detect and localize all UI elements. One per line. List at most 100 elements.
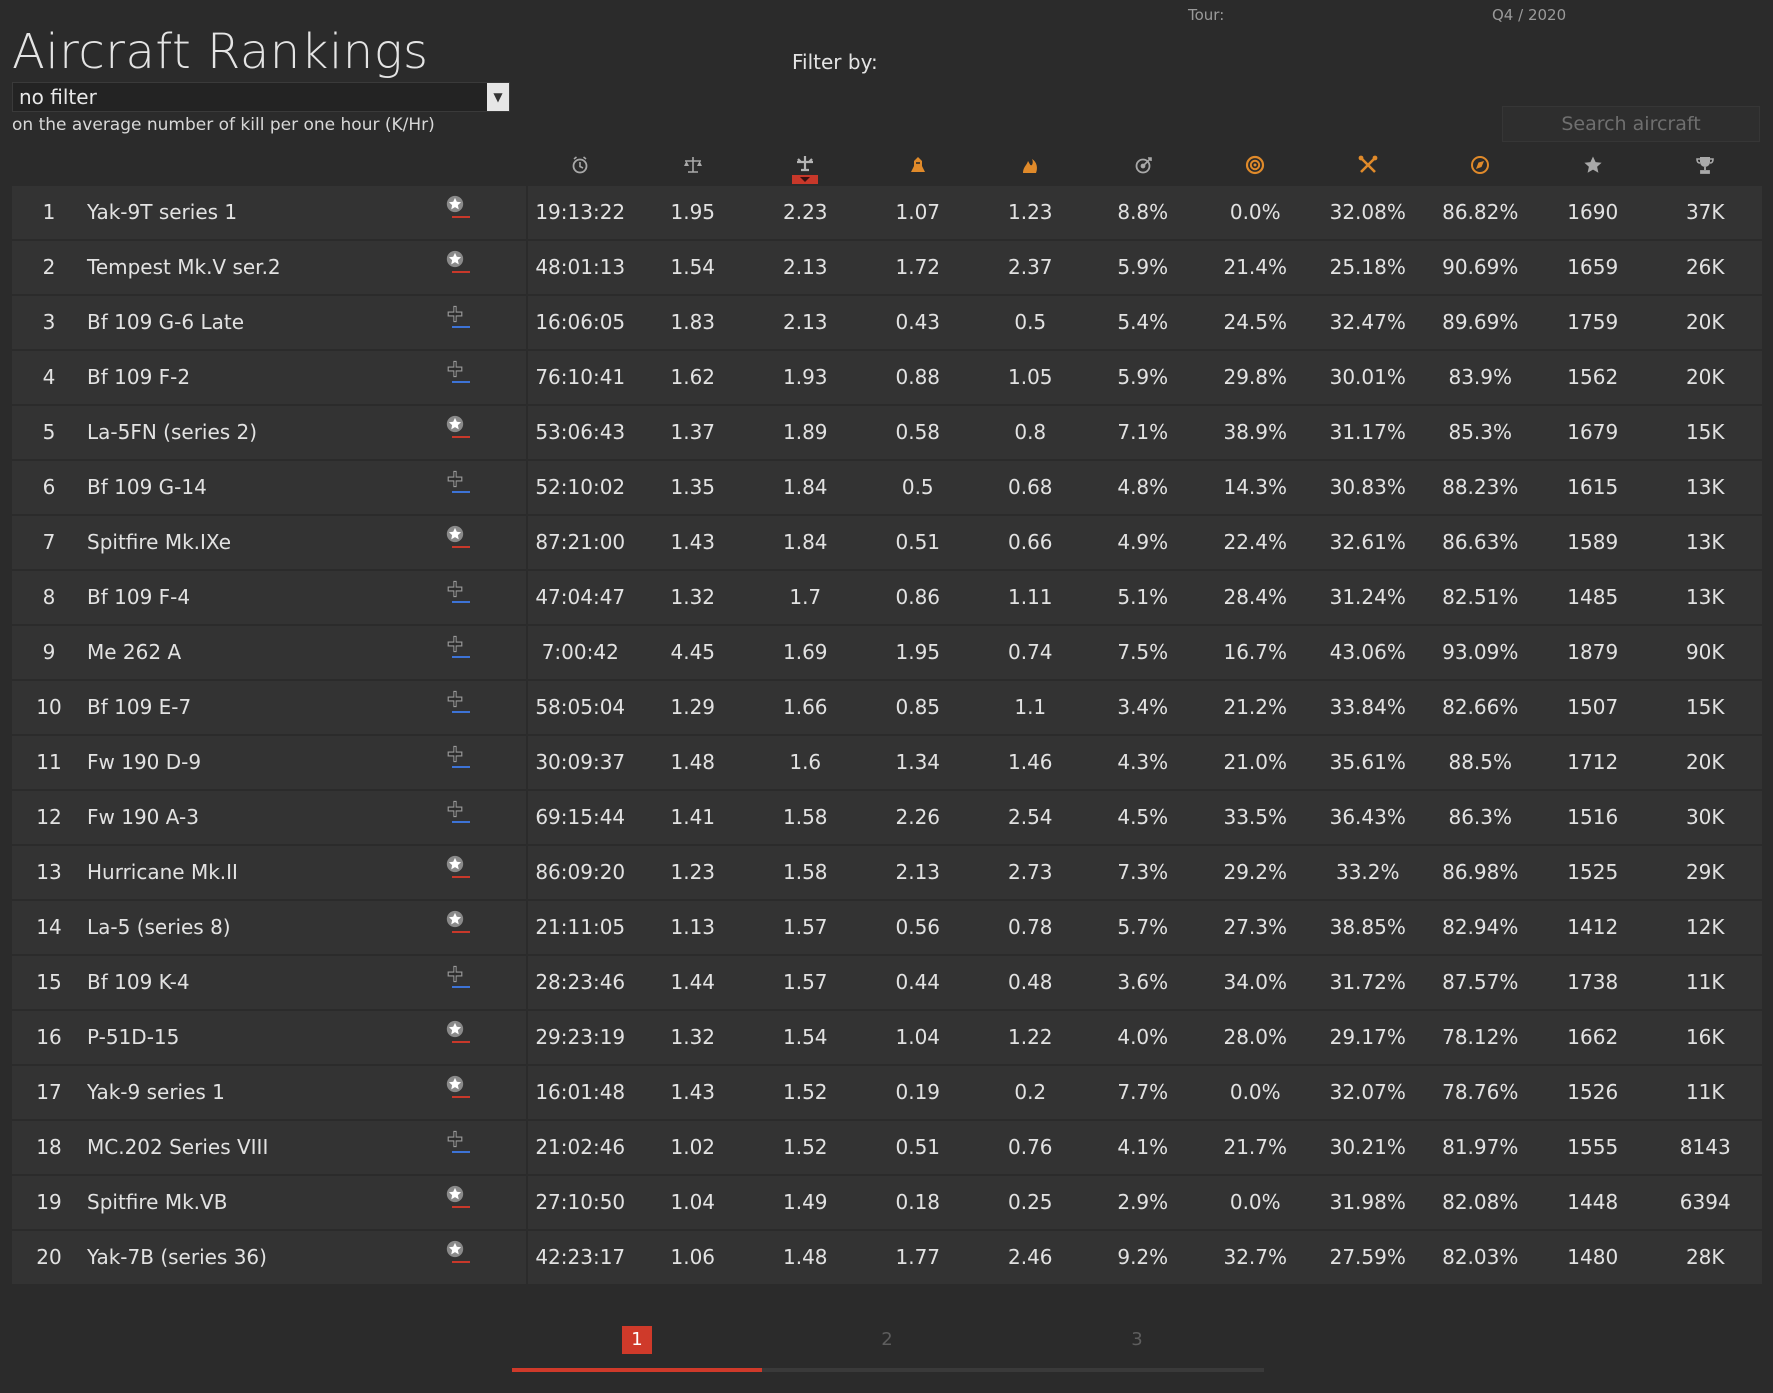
sort-by-kills-per-hour[interactable] xyxy=(749,146,862,184)
stat-cell: 38.85% xyxy=(1329,915,1406,939)
table-row[interactable]: 18 MC.202 Series VIII 21:02:46 1.02 1.52 0.51… xyxy=(12,1121,1762,1174)
stat-cell: 1.04 xyxy=(895,1025,941,1049)
table-row[interactable]: 8 Bf 109 F-4 47:04:47 1.32 1.7 0.86 1.11 5.1% 28… xyxy=(12,571,1762,624)
stat-cell: 36.43% xyxy=(1329,805,1406,829)
table-row[interactable]: 10 Bf 109 E-7 58:05:04 1.29 1.66 0.85 1.1 3.4% 2… xyxy=(12,681,1762,734)
aircraft-name[interactable]: Fw 190 A-3 xyxy=(87,791,437,844)
stat-cell: 30:09:37 xyxy=(535,750,626,774)
accuracy-icon xyxy=(1135,157,1152,174)
table-row[interactable]: 20 Yak-7B (series 36) 42:23:17 1.06 1.48 1.77… xyxy=(12,1231,1762,1284)
stat-cell: 0.5 xyxy=(901,475,934,499)
table-row[interactable]: 12 Fw 190 A-3 69:15:44 1.41 1.58 2.26 2.54 4.5%… xyxy=(12,791,1762,844)
stat-cell: 31.17% xyxy=(1329,420,1406,444)
stat-cell: 1516 xyxy=(1567,805,1619,829)
sort-by-accuracy[interactable] xyxy=(1087,146,1200,184)
page-3-button[interactable]: 3 xyxy=(1122,1326,1152,1354)
tour-selector[interactable]: Q4 / 2020 xyxy=(1492,6,1566,24)
sort-by-rating[interactable] xyxy=(1537,146,1650,184)
aircraft-name[interactable]: Bf 109 F-2 xyxy=(87,351,437,404)
stat-cell: 52:10:02 xyxy=(535,475,626,499)
table-row[interactable]: 9 Me 262 A 7:00:42 4.45 1.69 1.95 0.74 7.5% 16.7… xyxy=(12,626,1762,679)
aircraft-name[interactable]: Yak-9T series 1 xyxy=(87,186,437,239)
stat-cell: 1.58 xyxy=(782,860,828,884)
aircraft-name[interactable]: La-5 (series 8) xyxy=(87,901,437,954)
stat-cell: 13K xyxy=(1685,530,1725,554)
aircraft-name[interactable]: Bf 109 K-4 xyxy=(87,956,437,1009)
sort-by-bailout-rate[interactable] xyxy=(1199,146,1312,184)
aircraft-name[interactable]: Spitfire Mk.VB xyxy=(87,1176,437,1229)
stat-cell: 82.08% xyxy=(1442,1190,1519,1214)
aircraft-name[interactable]: Yak-7B (series 36) xyxy=(87,1231,437,1284)
axis-nation-badge xyxy=(446,800,476,834)
table-row[interactable]: 19 Spitfire Mk.VB 27:10:50 1.04 1.49 0.18 0.25… xyxy=(12,1176,1762,1229)
stat-cell: 1.72 xyxy=(895,255,941,279)
aircraft-name[interactable]: P-51D-15 xyxy=(87,1011,437,1064)
filter-dropdown[interactable]: no filter ▼ xyxy=(12,82,510,112)
rank-cell: 7 xyxy=(42,530,56,554)
aircraft-name[interactable]: MC.202 Series VIII xyxy=(87,1121,437,1174)
search-input[interactable] xyxy=(1502,106,1760,142)
stat-cell: 48:01:13 xyxy=(535,255,626,279)
stat-cell: 0.25 xyxy=(1007,1190,1053,1214)
stat-cell: 28.4% xyxy=(1223,585,1288,609)
stat-cell: 93.09% xyxy=(1442,640,1519,664)
filter-by-label: Filter by: xyxy=(792,50,878,74)
sort-by-score[interactable] xyxy=(1649,146,1762,184)
table-row[interactable]: 11 Fw 190 D-9 30:09:37 1.48 1.6 1.34 1.46 4.3% 2… xyxy=(12,736,1762,789)
stat-cell: 1.54 xyxy=(670,255,716,279)
aircraft-name[interactable]: Hurricane Mk.II xyxy=(87,846,437,899)
sort-by-ground-kills-per-hour[interactable] xyxy=(974,146,1087,184)
stat-cell: 0.2 xyxy=(1014,1080,1047,1104)
page-1-button[interactable]: 1 xyxy=(622,1326,652,1354)
sort-by-damage-rate[interactable] xyxy=(1312,146,1425,184)
stat-cell: 1.11 xyxy=(1007,585,1053,609)
stat-cell: 33.2% xyxy=(1335,860,1400,884)
stat-cell: 1659 xyxy=(1567,255,1619,279)
sort-by-ground-kills[interactable] xyxy=(862,146,975,184)
sort-by-flight-time[interactable] xyxy=(524,146,637,184)
aircraft-name[interactable]: La-5FN (series 2) xyxy=(87,406,437,459)
table-row[interactable]: 14 La-5 (series 8) 21:11:05 1.13 1.57 0.56 0.7… xyxy=(12,901,1762,954)
rank-cell: 4 xyxy=(42,365,56,389)
aircraft-name[interactable]: Bf 109 E-7 xyxy=(87,681,437,734)
stat-cell: 82.03% xyxy=(1442,1245,1519,1269)
stat-cell: 22.4% xyxy=(1223,530,1288,554)
stat-cell: 4.45 xyxy=(670,640,716,664)
stat-cell: 82.66% xyxy=(1442,695,1519,719)
stat-cell: 1555 xyxy=(1567,1135,1619,1159)
sort-by-survival-rate[interactable] xyxy=(1424,146,1537,184)
aircraft-name[interactable]: Bf 109 G-14 xyxy=(87,461,437,514)
allied-star-icon xyxy=(446,855,464,873)
stat-cell: 1589 xyxy=(1567,530,1619,554)
aircraft-name[interactable]: Me 262 A xyxy=(87,626,437,679)
stat-cell: 76:10:41 xyxy=(535,365,626,389)
table-row[interactable]: 4 Bf 109 F-2 76:10:41 1.62 1.93 0.88 1.05 5.9% 2… xyxy=(12,351,1762,404)
table-row[interactable]: 5 La-5FN (series 2) 53:06:43 1.37 1.89 0.58 0.… xyxy=(12,406,1762,459)
stat-cell: 16:01:48 xyxy=(535,1080,626,1104)
chevron-down-icon[interactable]: ▼ xyxy=(487,83,509,111)
table-row[interactable]: 15 Bf 109 K-4 28:23:46 1.44 1.57 0.44 0.48 3.6%… xyxy=(12,956,1762,1009)
table-row[interactable]: 7 Spitfire Mk.IXe 87:21:00 1.43 1.84 0.51 0.66… xyxy=(12,516,1762,569)
aircraft-name[interactable]: Bf 109 G-6 Late xyxy=(87,296,437,349)
table-row[interactable]: 3 Bf 109 G-6 Late 16:06:05 1.83 2.13 0.43 0.5 5… xyxy=(12,296,1762,349)
aircraft-name[interactable]: Bf 109 F-4 xyxy=(87,571,437,624)
allied-star-icon xyxy=(446,1185,464,1203)
table-row[interactable]: 6 Bf 109 G-14 52:10:02 1.35 1.84 0.5 0.68 4.8% 1… xyxy=(12,461,1762,514)
aircraft-name[interactable]: Tempest Mk.V ser.2 xyxy=(87,241,437,294)
table-row[interactable]: 13 Hurricane Mk.II 86:09:20 1.23 1.58 2.13 2.7… xyxy=(12,846,1762,899)
table-row[interactable]: 2 Tempest Mk.V ser.2 48:01:13 1.54 2.13 1.72 2… xyxy=(12,241,1762,294)
stat-cell: 30.01% xyxy=(1329,365,1406,389)
sort-by-kd-ratio[interactable] xyxy=(637,146,750,184)
table-row[interactable]: 16 P-51D-15 29:23:19 1.32 1.54 1.04 1.22 4.0% 28… xyxy=(12,1011,1762,1064)
aircraft-name[interactable]: Yak-9 series 1 xyxy=(87,1066,437,1119)
aircraft-name[interactable]: Fw 190 D-9 xyxy=(87,736,437,789)
stat-cell: 1.32 xyxy=(670,1025,716,1049)
stat-cell: 1448 xyxy=(1567,1190,1619,1214)
stat-cell: 85.3% xyxy=(1448,420,1513,444)
stat-cell: 82.51% xyxy=(1442,585,1519,609)
table-row[interactable]: 17 Yak-9 series 1 16:01:48 1.43 1.52 0.19 0.2 7… xyxy=(12,1066,1762,1119)
page-2-button[interactable]: 2 xyxy=(872,1326,902,1354)
aircraft-name[interactable]: Spitfire Mk.IXe xyxy=(87,516,437,569)
table-row[interactable]: 1 Yak-9T series 1 19:13:22 1.95 2.23 1.07 1.23… xyxy=(12,186,1762,239)
crossed-wrenches-icon xyxy=(1358,155,1378,173)
